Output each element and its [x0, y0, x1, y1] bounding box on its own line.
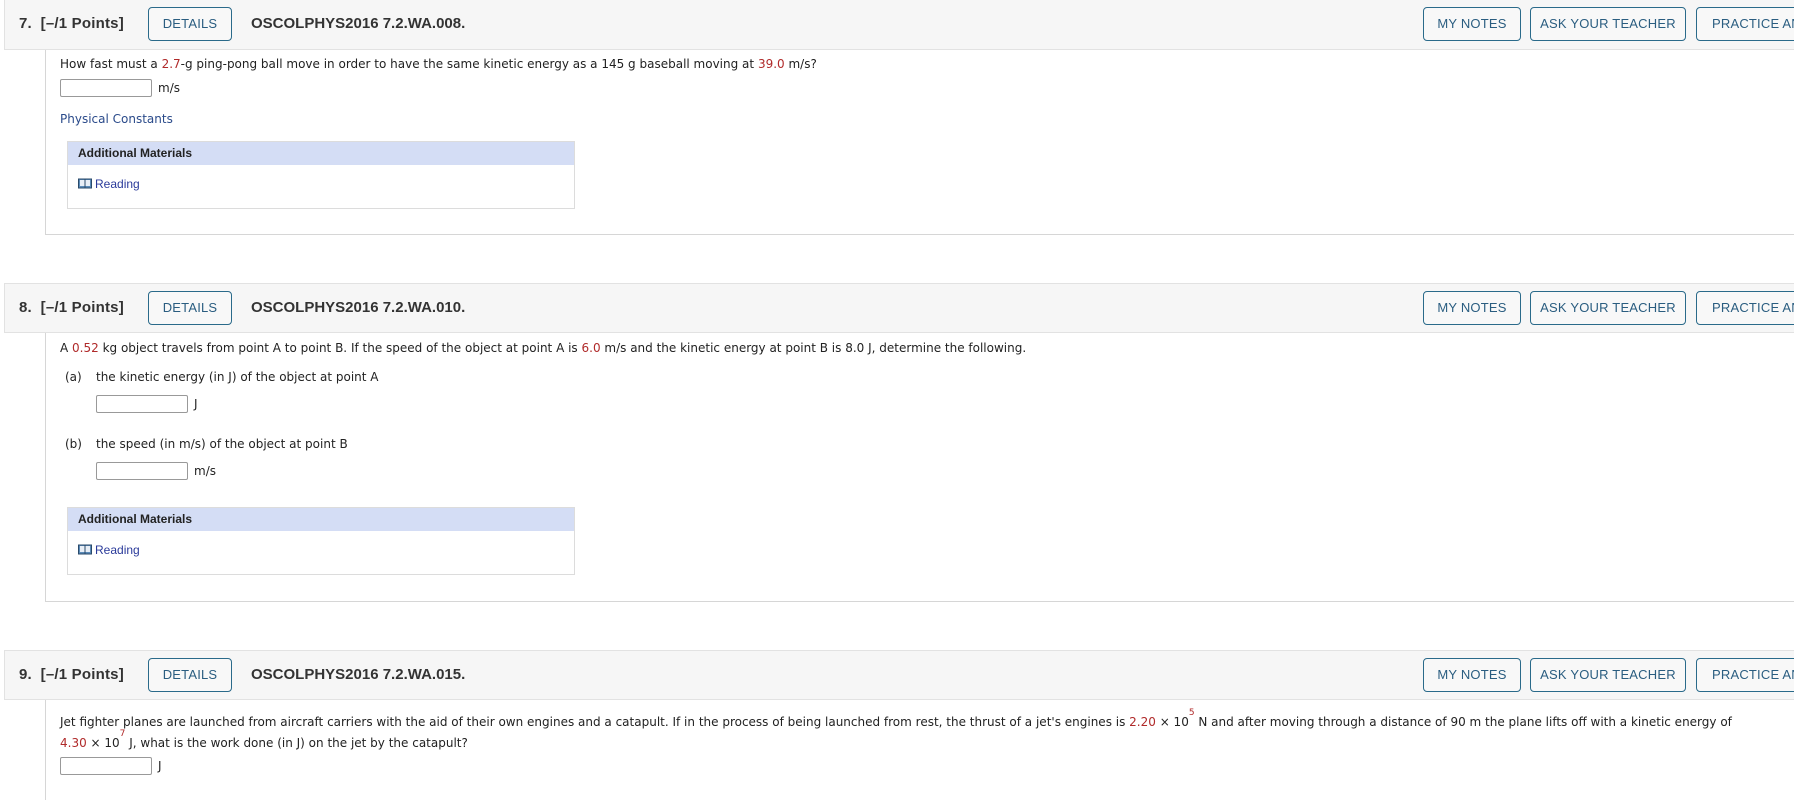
details-button[interactable]: DETAILS	[148, 7, 232, 41]
given-value: 2.7	[161, 57, 181, 71]
given-value: 0.52	[72, 341, 99, 355]
answer-input[interactable]	[60, 757, 152, 775]
practice-another-button[interactable]: PRACTICE ANOTHER	[1696, 658, 1794, 692]
times-symbol: × 10	[1155, 715, 1189, 729]
question-number: 7.	[19, 15, 32, 32]
my-notes-button[interactable]: MY NOTES	[1423, 658, 1521, 692]
additional-materials-title: Additional Materials	[68, 508, 574, 531]
given-value: 39.0	[757, 57, 785, 71]
answer-input[interactable]	[60, 79, 152, 97]
question-prompt-line-2: 4.30 × 107 J, what is the work done (in …	[60, 729, 468, 750]
answer-unit: m/s	[158, 81, 180, 95]
prompt-text: N and after moving through a distance of…	[1194, 715, 1732, 729]
question-code: OSCOLPHYS2016 7.2.WA.010.	[251, 299, 466, 316]
my-notes-button[interactable]: MY NOTES	[1423, 291, 1521, 325]
reading-link[interactable]: Reading	[78, 177, 140, 191]
points-label: [–/1 Points]	[40, 666, 124, 683]
given-value: 4.30	[60, 736, 87, 750]
additional-materials: Additional Materials Reading	[67, 141, 575, 209]
question-prompt: How fast must a 2.7-g ping-pong ball mov…	[60, 57, 817, 71]
part-b-answer-input[interactable]	[96, 462, 188, 480]
prompt-text: kg object travels from point A to point …	[98, 341, 582, 355]
question-header: 7. [–/1 Points] DETAILS OSCOLPHYS2016 7.…	[4, 0, 1794, 50]
question-body: How fast must a 2.7-g ping-pong ball mov…	[45, 50, 1794, 235]
details-button[interactable]: DETAILS	[148, 291, 232, 325]
question-number: 8.	[19, 299, 32, 316]
question-points: 7. [–/1 Points]	[19, 15, 124, 32]
part-a-unit: J	[194, 397, 198, 411]
question-code: OSCOLPHYS2016 7.2.WA.015.	[251, 666, 466, 683]
question-prompt: A 0.52 kg object travels from point A to…	[60, 341, 1026, 355]
given-value: 2.20	[1129, 715, 1156, 729]
given-value: 6.0	[581, 341, 601, 355]
physical-constants-link[interactable]: Physical Constants	[60, 112, 173, 126]
question-header: 8. [–/1 Points] DETAILS OSCOLPHYS2016 7.…	[4, 283, 1794, 333]
reading-link[interactable]: Reading	[78, 543, 140, 557]
question-body: Jet fighter planes are launched from air…	[45, 700, 1794, 800]
question-code: OSCOLPHYS2016 7.2.WA.008.	[251, 15, 466, 32]
question-header: 9. [–/1 Points] DETAILS OSCOLPHYS2016 7.…	[4, 650, 1794, 700]
practice-another-button[interactable]: PRACTICE ANOTHER	[1696, 7, 1794, 41]
question-body: A 0.52 kg object travels from point A to…	[45, 333, 1794, 602]
ask-teacher-button[interactable]: ASK YOUR TEACHER	[1530, 7, 1686, 41]
prompt-text: J, what is the work done (in J) on the j…	[125, 736, 468, 750]
part-b-unit: m/s	[194, 464, 216, 478]
details-button[interactable]: DETAILS	[148, 658, 232, 692]
ask-teacher-button[interactable]: ASK YOUR TEACHER	[1530, 658, 1686, 692]
prompt-text: -g ping-pong ball move in order to have …	[180, 57, 758, 71]
book-icon	[78, 178, 92, 189]
part-b-label: (b)	[65, 437, 82, 451]
answer-unit: J	[158, 759, 162, 773]
my-notes-button[interactable]: MY NOTES	[1423, 7, 1521, 41]
additional-materials: Additional Materials Reading	[67, 507, 575, 575]
reading-label: Reading	[95, 177, 140, 191]
part-a-text: the kinetic energy (in J) of the object …	[96, 370, 379, 384]
question-points: 8. [–/1 Points]	[19, 299, 124, 316]
prompt-text: How fast must a	[60, 57, 162, 71]
prompt-text: m/s?	[784, 57, 817, 71]
question-prompt: Jet fighter planes are launched from air…	[60, 708, 1732, 729]
part-b-text: the speed (in m/s) of the object at poin…	[96, 437, 348, 451]
prompt-text: Jet fighter planes are launched from air…	[60, 715, 1130, 729]
part-a-label: (a)	[65, 370, 82, 384]
times-symbol: × 10	[86, 736, 120, 750]
additional-materials-title: Additional Materials	[68, 142, 574, 165]
practice-another-button[interactable]: PRACTICE ANOTHER	[1696, 291, 1794, 325]
part-a-answer-input[interactable]	[96, 395, 188, 413]
prompt-text: A	[60, 341, 73, 355]
prompt-text: m/s and the kinetic energy at point B is…	[600, 341, 1027, 355]
question-number: 9.	[19, 666, 32, 683]
ask-teacher-button[interactable]: ASK YOUR TEACHER	[1530, 291, 1686, 325]
reading-label: Reading	[95, 543, 140, 557]
question-points: 9. [–/1 Points]	[19, 666, 124, 683]
exponent: 5	[1188, 708, 1195, 718]
book-icon	[78, 544, 92, 555]
points-label: [–/1 Points]	[40, 299, 124, 316]
exponent: 7	[119, 729, 126, 739]
points-label: [–/1 Points]	[40, 15, 124, 32]
